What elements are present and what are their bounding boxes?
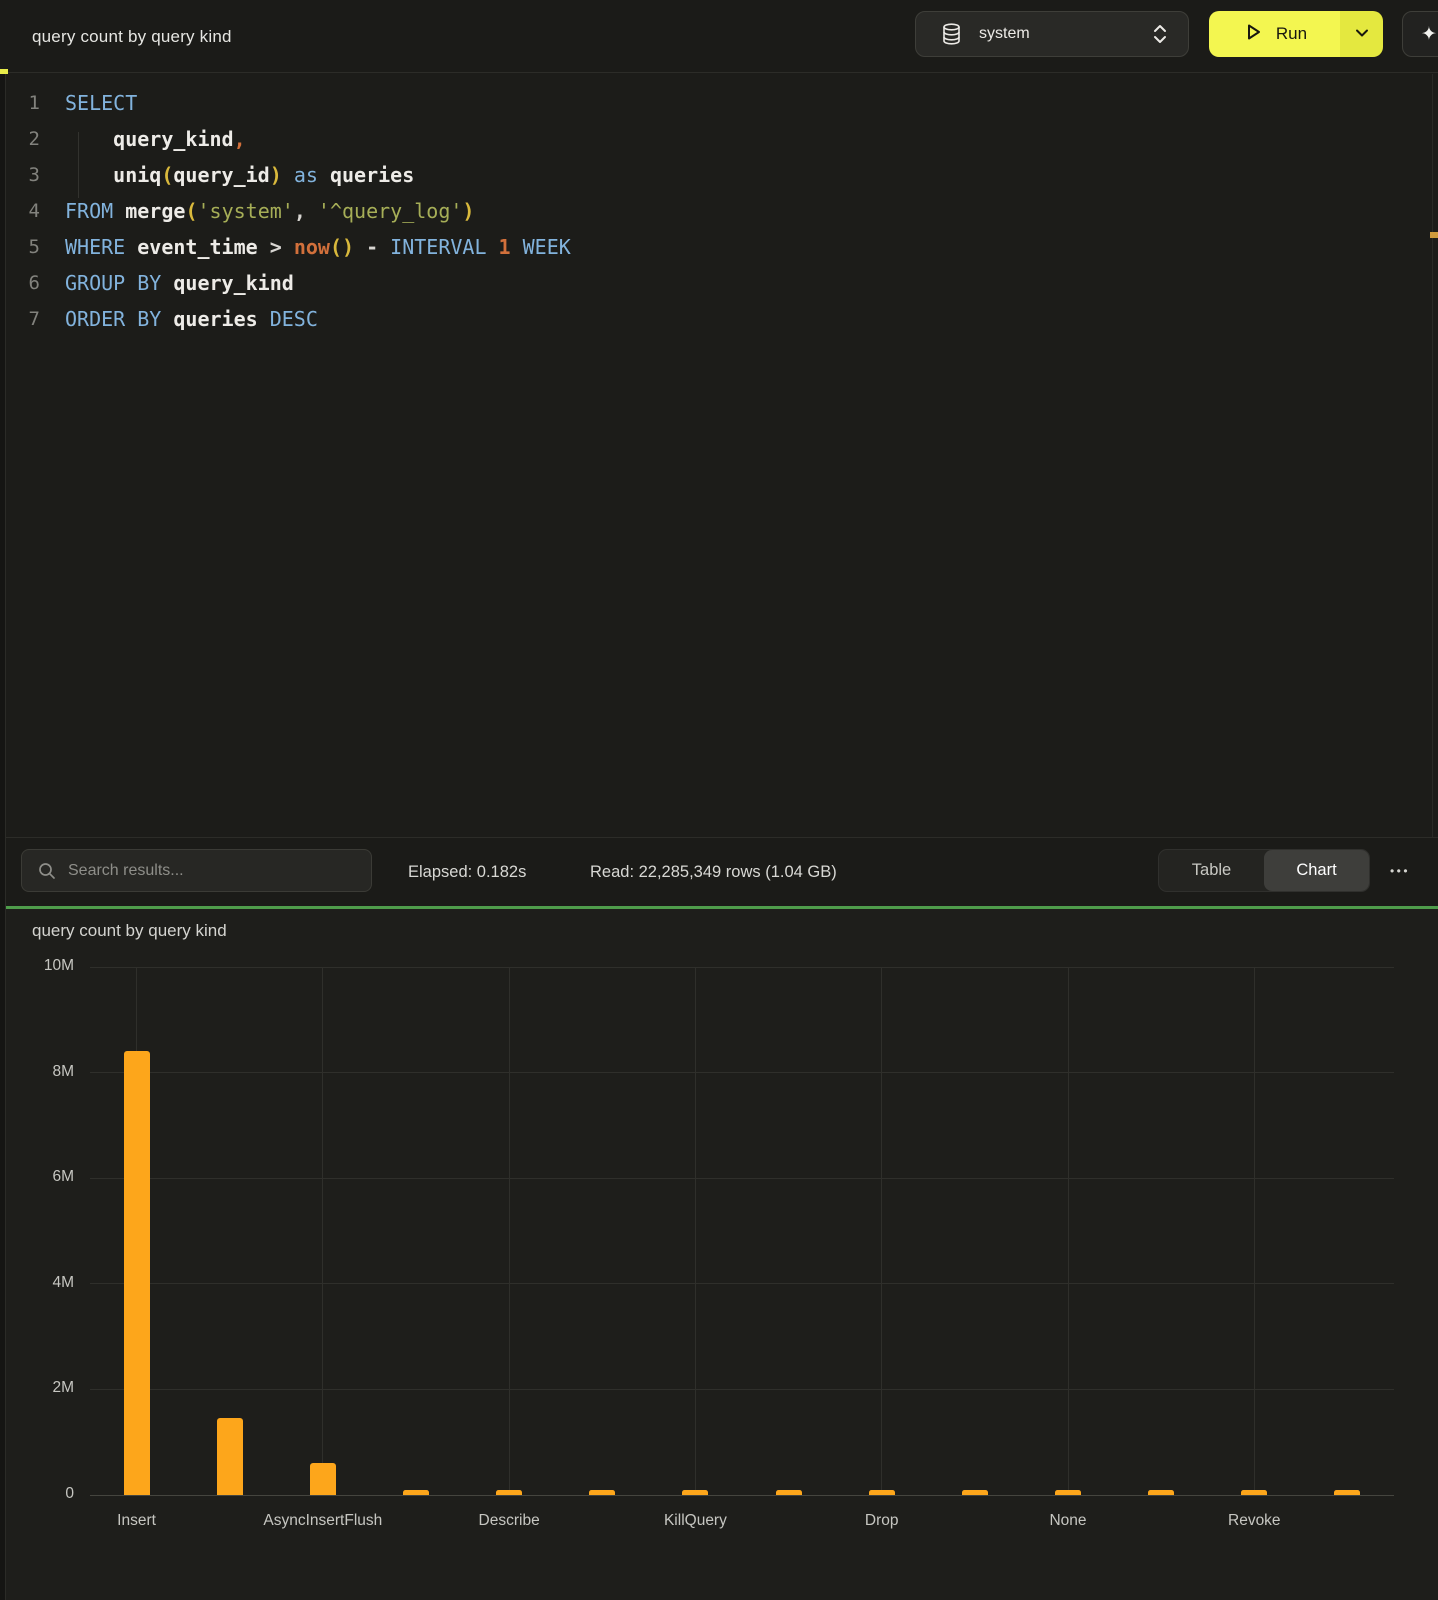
bar [496,1490,522,1495]
scrollbar-marker [1430,232,1438,238]
database-selector-value: system [979,25,1152,43]
bar [1241,1490,1267,1495]
results-toolbar: Elapsed: 0.182s Read: 22,285,349 rows (1… [0,837,1438,906]
x-axis-label: Drop [792,1512,972,1530]
more-options-button[interactable]: ••• [1378,849,1422,892]
y-gridline [90,1283,1394,1284]
chart-plot-area [90,967,1394,1495]
header: query count by query kind system [0,0,1438,73]
chevron-down-icon [1355,25,1369,43]
code-line: 5WHERE event_time > now() - INTERVAL 1 W… [0,229,1438,265]
x-gridline [695,967,696,1495]
line-number: 7 [0,301,40,337]
y-gridline [90,1072,1394,1073]
view-toggle: Table Chart [1158,849,1370,892]
x-axis-label: Insert [47,1512,227,1530]
y-gridline [90,1389,1394,1390]
code-text: query_kind, [40,121,246,157]
bar [1334,1490,1360,1495]
line-number: 5 [0,229,40,265]
code-line: 3 uniq(query_id) as queries [0,157,1438,193]
line-number: 2 [0,121,40,157]
bar [217,1418,243,1495]
code-text: GROUP BY query_kind [40,265,294,301]
bar [962,1490,988,1495]
y-axis-label: 0 [14,1485,74,1503]
tab-chart[interactable]: Chart [1264,850,1369,891]
chart-panel: query count by query kind 0 2M 4M 6M 8M 10M In… [0,909,1438,1600]
bar [682,1490,708,1495]
indent-guide [78,132,79,198]
code-line: 2 query_kind, [0,121,1438,157]
run-button-group: Run [1209,11,1383,57]
database-selector[interactable]: system [915,11,1189,57]
y-gridline [90,1495,1394,1496]
y-axis-label: 4M [14,1274,74,1292]
search-icon [38,862,56,880]
y-axis-label: 10M [14,957,74,975]
code-text: uniq(query_id) as queries [40,157,414,193]
bar [1148,1490,1174,1495]
x-gridline [1254,967,1255,1495]
chart-title: query count by query kind [32,921,227,941]
x-gridline [1068,967,1069,1495]
elapsed-stat: Elapsed: 0.182s [408,838,526,907]
x-gridline [509,967,510,1495]
sql-editor[interactable]: 1SELECT2 query_kind,3 uniq(query_id) as … [0,74,1438,837]
database-icon [942,23,961,45]
search-results-input[interactable] [68,862,338,880]
run-button[interactable]: Run [1209,11,1340,57]
bar [310,1463,336,1495]
code-text: FROM merge('system', '^query_log') [40,193,474,229]
active-tab-indicator [0,69,8,74]
x-gridline [881,967,882,1495]
x-axis-label: AsyncInsertFlush [233,1512,413,1530]
editor-scrollbar-track[interactable] [1432,74,1433,837]
code-line: 7ORDER BY queries DESC [0,301,1438,337]
x-axis-label: Describe [419,1512,599,1530]
sparkle-icon: ✦ [1421,23,1437,46]
code-lines: 1SELECT2 query_kind,3 uniq(query_id) as … [0,85,1438,337]
line-number: 1 [0,85,40,121]
bar [776,1490,802,1495]
y-axis-label: 2M [14,1379,74,1397]
y-gridline [90,1178,1394,1179]
x-gridline [322,967,323,1495]
run-button-label: Run [1276,24,1307,44]
code-line: 4FROM merge('system', '^query_log') [0,193,1438,229]
x-axis-label: KillQuery [605,1512,785,1530]
app-window: query count by query kind system [0,0,1438,1600]
line-number: 3 [0,157,40,193]
bar [869,1490,895,1495]
search-results-box [21,849,372,892]
y-axis-label: 6M [14,1168,74,1186]
read-stat: Read: 22,285,349 rows (1.04 GB) [590,838,837,907]
x-axis-label: Revoke [1164,1512,1344,1530]
line-number: 6 [0,265,40,301]
chevrons-up-down-icon [1152,23,1168,45]
y-gridline [90,967,1394,968]
query-title: query count by query kind [32,0,232,73]
code-line: 6GROUP BY query_kind [0,265,1438,301]
code-text: ORDER BY queries DESC [40,301,318,337]
tab-table[interactable]: Table [1159,850,1264,891]
run-options-button[interactable] [1340,11,1383,57]
y-axis-label: 8M [14,1063,74,1081]
bar [124,1051,150,1495]
code-text: WHERE event_time > now() - INTERVAL 1 WE… [40,229,571,265]
bar [403,1490,429,1495]
bar [589,1490,615,1495]
code-line: 1SELECT [0,85,1438,121]
x-axis-label: None [978,1512,1158,1530]
window-left-edge-line [5,0,6,1600]
format-query-button[interactable]: ✦ [1402,11,1438,57]
play-icon [1242,21,1264,48]
bar [1055,1490,1081,1495]
code-text: SELECT [40,85,137,121]
line-number: 4 [0,193,40,229]
